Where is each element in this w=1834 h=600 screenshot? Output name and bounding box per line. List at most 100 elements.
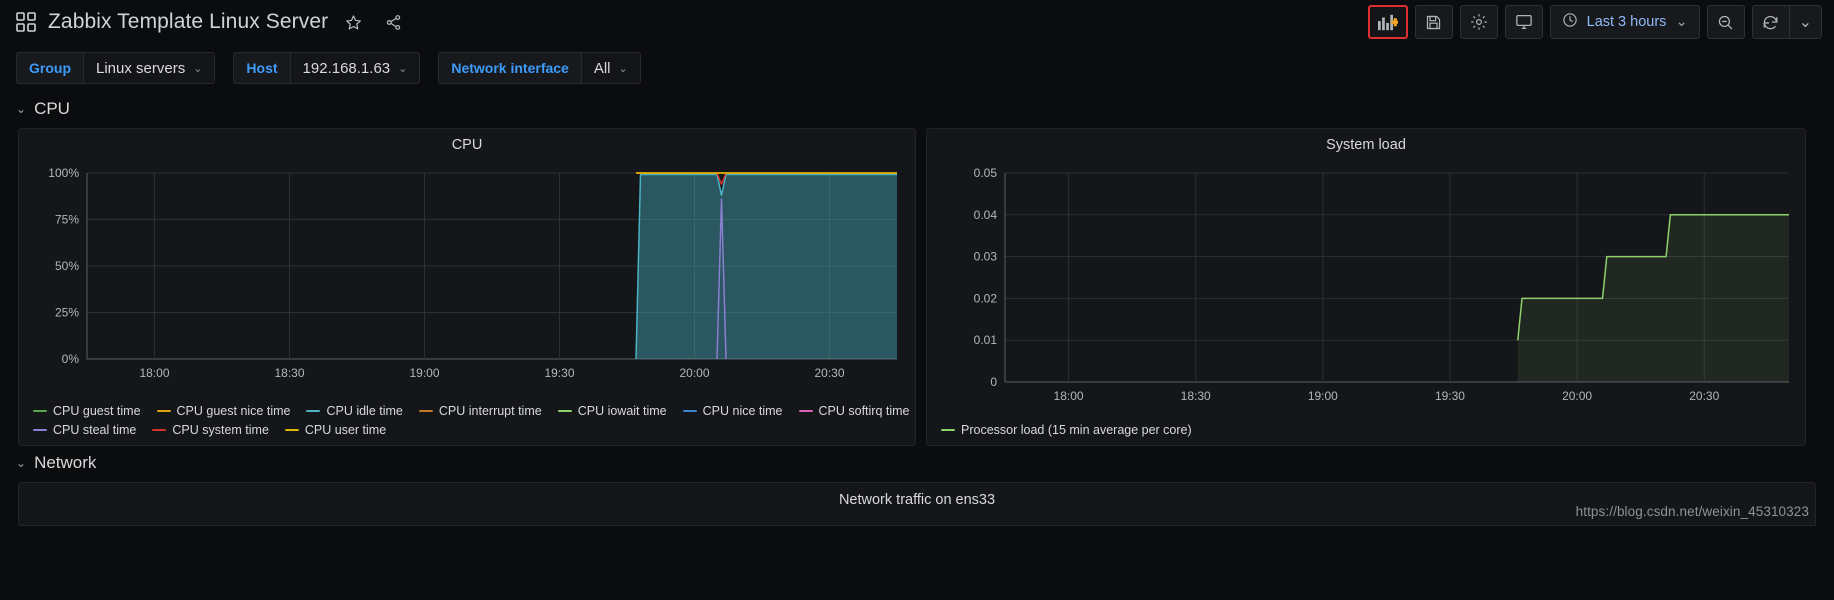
dashboard-settings-button[interactable] (1459, 5, 1498, 39)
svg-text:0.04: 0.04 (974, 208, 998, 222)
legend-item[interactable]: CPU nice time (682, 404, 783, 418)
panel-body-system-load[interactable]: 0 0.01 0.02 0.03 0.04 0.05 18:00 18:30 19:00 19:3… (927, 157, 1805, 421)
star-icon[interactable] (338, 7, 368, 37)
svg-text:25%: 25% (55, 306, 79, 320)
legend-color-swatch (156, 410, 171, 412)
variable-host-select[interactable]: 192.168.1.63 ⌄ (289, 52, 421, 84)
cpu-graph[interactable]: 0% 25% 50% 75% 100% 18:00 18:30 19:00 19:30 20:00… (19, 157, 917, 389)
navbar-right: Last 3 hours ⌄ ⌄ (1361, 5, 1822, 39)
refresh-interval-dropdown[interactable]: ⌄ (1789, 5, 1822, 39)
legend-item[interactable]: Processor load (15 min average per core) (941, 423, 1192, 437)
top-navbar: Zabbix Template Linux Server Last 3 hour… (0, 0, 1834, 44)
save-dashboard-button[interactable] (1414, 5, 1453, 39)
time-range-label: Last 3 hours (1586, 14, 1667, 30)
svg-text:0.03: 0.03 (974, 250, 998, 264)
dashboard-grid-icon[interactable] (16, 12, 36, 32)
svg-text:19:00: 19:00 (409, 366, 439, 380)
legend-label: CPU interrupt time (438, 404, 542, 418)
watermark-text: https://blog.csdn.net/weixin_45310323 (1575, 504, 1809, 519)
legend-item[interactable]: CPU guest nice time (156, 404, 291, 418)
add-panel-button[interactable] (1367, 5, 1408, 39)
legend-color-swatch (798, 410, 813, 412)
legend-label: CPU guest nice time (176, 404, 291, 418)
variable-group: Group Linux servers ⌄ (16, 52, 216, 84)
legend-item[interactable]: CPU interrupt time (418, 404, 542, 418)
variable-network-interface-value: All (593, 59, 611, 77)
chevron-down-icon: ⌄ (398, 62, 408, 75)
panel-body-cpu[interactable]: 0% 25% 50% 75% 100% 18:00 18:30 19:00 19:30 20:00… (19, 157, 915, 402)
row-title-cpu: CPU (34, 99, 70, 118)
chevron-down-icon: ⌄ (193, 62, 203, 75)
panel-cpu: CPU 0% 25% 50% 75% 100% 18:00 18:30 19:00 19:30 2… (18, 128, 916, 446)
legend-color-swatch (152, 429, 167, 431)
variable-network-interface-select[interactable]: All ⌄ (580, 52, 641, 84)
legend-label: CPU guest time (53, 404, 141, 418)
legend-color-swatch (33, 429, 47, 431)
legend-label: CPU iowait time (577, 404, 667, 418)
panel-system-load: System load 0 0.01 0.02 0.03 0.04 0.05 18:00 18… (926, 128, 1806, 446)
panel-legend-system-load: Processor load (15 min average per core) (927, 421, 1805, 445)
svg-text:100%: 100% (48, 166, 79, 180)
panel-title-system-load[interactable]: System load (927, 129, 1805, 157)
legend-label: CPU user time (304, 423, 387, 437)
legend-item[interactable]: CPU guest time (33, 404, 141, 418)
svg-text:19:30: 19:30 (544, 366, 574, 380)
variable-group-value: Linux servers (96, 59, 186, 77)
legend-label: CPU system time (172, 423, 269, 437)
svg-text:19:30: 19:30 (1435, 389, 1465, 403)
navbar-left: Zabbix Template Linux Server (16, 7, 408, 37)
svg-text:0%: 0% (62, 352, 80, 366)
legend-color-swatch (33, 410, 47, 412)
legend-item[interactable]: CPU iowait time (557, 404, 667, 418)
svg-text:20:00: 20:00 (679, 366, 709, 380)
svg-text:0.01: 0.01 (974, 333, 998, 347)
svg-text:0.05: 0.05 (974, 166, 998, 180)
time-range-picker[interactable]: Last 3 hours ⌄ (1549, 5, 1700, 39)
svg-text:19:00: 19:00 (1308, 389, 1338, 403)
row-header-cpu[interactable]: ⌄ CPU (0, 94, 1834, 124)
legend-color-swatch (941, 429, 955, 431)
variable-network-interface-label: Network interface (438, 52, 581, 84)
legend-item[interactable]: CPU user time (284, 423, 387, 437)
svg-text:18:30: 18:30 (274, 366, 304, 380)
clock-icon (1562, 12, 1578, 32)
svg-text:20:30: 20:30 (1689, 389, 1719, 403)
zoom-out-button[interactable] (1706, 5, 1745, 39)
variable-network-interface: Network interface All ⌄ (438, 52, 641, 84)
panel-row-cpu: CPU 0% 25% 50% 75% 100% 18:00 18:30 19:00 19:30 2… (0, 128, 1834, 446)
legend-item[interactable]: CPU softirq time (798, 404, 910, 418)
page-title[interactable]: Zabbix Template Linux Server (48, 10, 328, 34)
svg-text:18:30: 18:30 (1181, 389, 1211, 403)
refresh-controls: ⌄ (1700, 5, 1822, 39)
chevron-down-icon: ⌄ (618, 62, 628, 75)
legend-color-swatch (284, 429, 299, 431)
variable-host-label: Host (233, 52, 290, 84)
chevron-down-icon: ⌄ (1675, 14, 1688, 30)
legend-label: Processor load (15 min average per core) (961, 423, 1192, 437)
refresh-button[interactable] (1751, 5, 1790, 39)
chevron-down-icon: ⌄ (16, 456, 27, 470)
legend-label: CPU nice time (702, 404, 783, 418)
tv-mode-button[interactable] (1504, 5, 1543, 39)
template-variables-bar: Group Linux servers ⌄ Host 192.168.1.63 … (0, 44, 1834, 92)
legend-label: CPU idle time (326, 404, 403, 418)
legend-item[interactable]: CPU system time (152, 423, 269, 437)
system-load-graph[interactable]: 0 0.01 0.02 0.03 0.04 0.05 18:00 18:30 19:00 19:3… (927, 157, 1807, 412)
row-header-network[interactable]: ⌄ Network (0, 448, 1834, 478)
panel-title-cpu[interactable]: CPU (19, 129, 915, 157)
share-icon[interactable] (378, 7, 408, 37)
svg-text:75%: 75% (55, 213, 79, 227)
legend-item[interactable]: CPU idle time (306, 404, 403, 418)
grafana-dashboard: Zabbix Template Linux Server Last 3 hour… (0, 0, 1834, 600)
legend-item[interactable]: CPU steal time (33, 423, 136, 437)
legend-color-swatch (557, 410, 572, 412)
svg-text:18:00: 18:00 (1054, 389, 1084, 403)
variable-host-value: 192.168.1.63 (302, 59, 391, 77)
variable-group-select[interactable]: Linux servers ⌄ (83, 52, 216, 84)
svg-text:20:30: 20:30 (814, 366, 844, 380)
panel-legend-cpu: CPU guest time CPU guest nice time CPU idl… (19, 402, 915, 445)
svg-text:0: 0 (990, 375, 997, 389)
variable-group-label: Group (16, 52, 83, 84)
legend-color-swatch (306, 410, 321, 412)
panel-title-network-traffic[interactable]: Network traffic on ens33 (19, 483, 1815, 512)
